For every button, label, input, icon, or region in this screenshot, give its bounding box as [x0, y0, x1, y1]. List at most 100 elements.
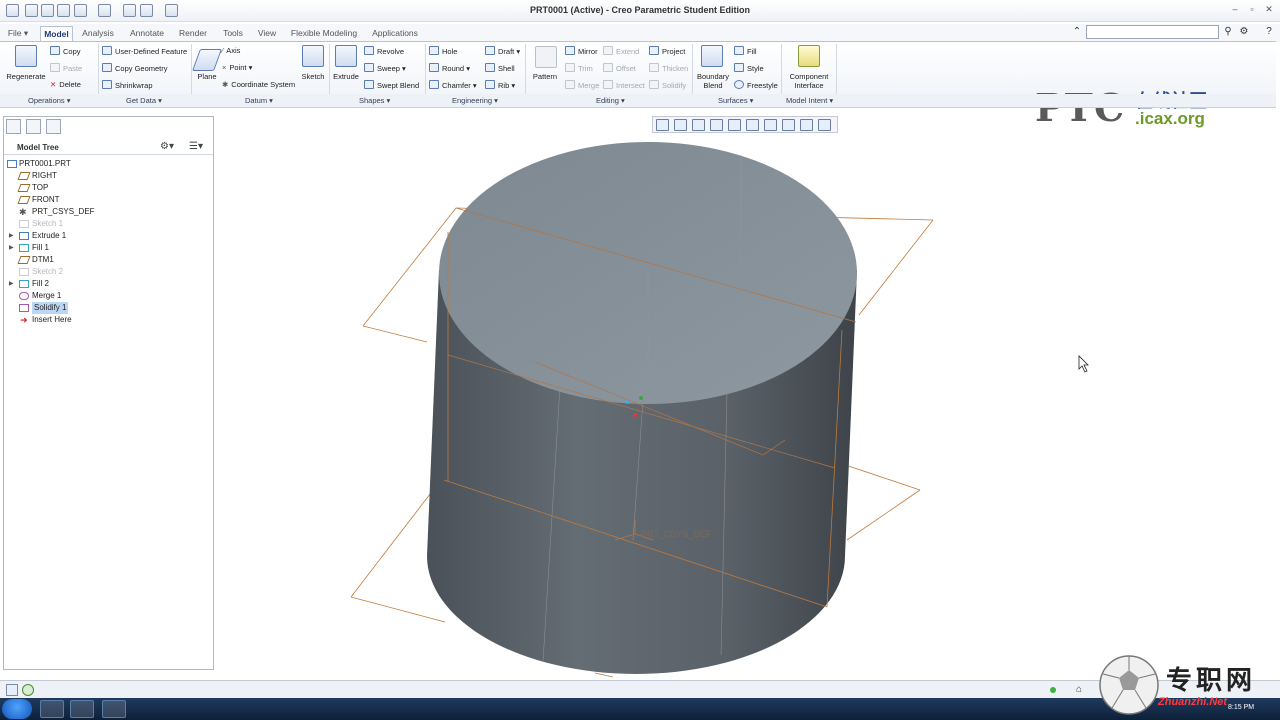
merge-button[interactable]: Merge: [565, 80, 599, 91]
group-shapes[interactable]: Shapes ▾: [359, 96, 390, 105]
repaint-icon[interactable]: [710, 119, 723, 131]
expand-icon[interactable]: ▶: [9, 242, 14, 254]
boundary-blend-button[interactable]: Boundary Blend: [694, 72, 732, 90]
settings-icon[interactable]: ⚙: [1237, 25, 1251, 39]
tree-filters-icon[interactable]: ☰▾: [189, 141, 205, 153]
zoom-out-icon[interactable]: [692, 119, 705, 131]
tab-render[interactable]: Render: [175, 26, 211, 42]
minimize-icon[interactable]: –: [1228, 3, 1242, 15]
pattern-button[interactable]: Pattern: [528, 72, 562, 81]
display-style-icon[interactable]: [728, 119, 741, 131]
tab-tools[interactable]: Tools: [218, 26, 248, 42]
refit-icon[interactable]: [656, 119, 669, 131]
tab-applications[interactable]: Applications: [367, 26, 423, 42]
revolve-button[interactable]: Revolve: [364, 46, 404, 57]
shrinkwrap-button[interactable]: Shrinkwrap: [102, 80, 153, 91]
shell-icon: [485, 63, 495, 72]
collapse-ribbon-icon[interactable]: ⌃: [1070, 25, 1084, 39]
group-engineering[interactable]: Engineering ▾: [452, 96, 498, 105]
sketch-button[interactable]: Sketch: [298, 72, 328, 81]
freestyle-button[interactable]: Freestyle: [734, 80, 778, 91]
sweep-button[interactable]: Sweep ▾: [364, 63, 406, 74]
plane-button[interactable]: Plane: [193, 72, 221, 81]
tab-annotate[interactable]: Annotate: [126, 26, 168, 42]
sketch-icon[interactable]: [302, 45, 324, 67]
draft-button[interactable]: Draft ▾: [485, 46, 520, 57]
saved-orientations-icon[interactable]: [746, 119, 759, 131]
close-icon[interactable]: ✕: [1262, 3, 1276, 15]
view-manager-icon[interactable]: [764, 119, 777, 131]
extend-button[interactable]: Extend: [603, 46, 639, 57]
boundary-blend-icon[interactable]: [701, 45, 723, 67]
search-input[interactable]: [1086, 25, 1219, 39]
component-interface-button[interactable]: Component Interface: [786, 72, 832, 90]
zoom-in-icon[interactable]: [674, 119, 687, 131]
axis-button[interactable]: ⁄ Axis: [222, 46, 240, 56]
copy-geometry-button[interactable]: Copy Geometry: [102, 63, 168, 74]
swept-blend-button[interactable]: Swept Blend: [364, 80, 419, 91]
browser-icon[interactable]: [22, 684, 34, 696]
taskbar-app-icon[interactable]: [40, 700, 64, 718]
round-button[interactable]: Round ▾: [429, 63, 470, 74]
search-icon[interactable]: ⚲: [1221, 25, 1235, 39]
sketch-tree-icon: [19, 220, 29, 228]
expand-icon[interactable]: ▶: [9, 230, 14, 242]
pattern-icon[interactable]: [535, 46, 557, 68]
extrude-button[interactable]: Extrude: [330, 72, 362, 81]
solidify-button[interactable]: Solidify: [649, 80, 686, 91]
graphics-window[interactable]: PRT_CSYS_DEF: [215, 110, 1280, 678]
mirror-button[interactable]: Mirror: [565, 46, 598, 57]
regenerate-button[interactable]: Regenerate: [6, 72, 46, 81]
show-navigator-icon[interactable]: [6, 684, 18, 696]
folder-browser-tab-icon[interactable]: [26, 119, 41, 134]
group-get-data[interactable]: Get Data ▾: [126, 96, 162, 105]
csys-label: PRT_CSYS_DEF: [641, 529, 712, 539]
paste-button[interactable]: Paste: [50, 63, 82, 74]
hole-button[interactable]: Hole: [429, 46, 457, 57]
model-tree-tab-icon[interactable]: [6, 119, 21, 134]
group-datum[interactable]: Datum ▾: [245, 96, 273, 105]
taskbar-app-icon[interactable]: [70, 700, 94, 718]
tab-flexible-modeling[interactable]: Flexible Modeling: [288, 26, 360, 42]
project-button[interactable]: Project: [649, 46, 685, 57]
help-icon[interactable]: ?: [1262, 25, 1276, 39]
watermark-url: Zhuanzhi.Net: [1158, 696, 1228, 708]
favorites-tab-icon[interactable]: [46, 119, 61, 134]
spin-center-icon[interactable]: [818, 119, 831, 131]
regenerate-icon[interactable]: [15, 45, 37, 67]
user-defined-feature-button[interactable]: User-Defined Feature: [102, 46, 187, 57]
trim-button[interactable]: Trim: [565, 63, 593, 74]
tab-model[interactable]: Model: [40, 26, 73, 42]
chamfer-button[interactable]: Chamfer ▾: [429, 80, 477, 91]
tab-view[interactable]: View: [254, 26, 280, 42]
selection-filter-icon[interactable]: ⌂: [1076, 684, 1088, 696]
thicken-button[interactable]: Thicken: [649, 63, 688, 74]
rib-button[interactable]: Rib ▾: [485, 80, 515, 91]
datum-display-icon[interactable]: [800, 119, 813, 131]
group-model-intent[interactable]: Model Intent ▾: [786, 96, 833, 105]
maximize-icon[interactable]: ▫: [1245, 3, 1259, 15]
tab-analysis[interactable]: Analysis: [78, 26, 118, 42]
group-editing[interactable]: Editing ▾: [596, 96, 625, 105]
tree-settings-icon[interactable]: ⚙▾: [160, 141, 176, 153]
group-surfaces[interactable]: Surfaces ▾: [718, 96, 753, 105]
solidify-icon: [649, 80, 659, 89]
intersect-button[interactable]: Intersect: [603, 80, 645, 91]
taskbar-folder-icon[interactable]: [102, 700, 126, 718]
delete-button[interactable]: ✕ Delete: [50, 80, 81, 90]
point-button[interactable]: × Point ▾: [222, 63, 252, 73]
start-button[interactable]: [2, 699, 32, 719]
shell-button[interactable]: Shell: [485, 63, 515, 74]
offset-button[interactable]: Offset: [603, 63, 636, 74]
group-operations[interactable]: Operations ▾: [28, 96, 71, 105]
plane-icon[interactable]: [191, 49, 223, 71]
tab-file[interactable]: File ▾: [4, 26, 32, 42]
extrude-icon[interactable]: [335, 45, 357, 67]
coordinate-system-button[interactable]: ✱ Coordinate System: [222, 80, 295, 90]
style-button[interactable]: Style: [734, 63, 764, 74]
expand-icon[interactable]: ▶: [9, 278, 14, 290]
fill-button[interactable]: Fill: [734, 46, 757, 57]
component-interface-icon[interactable]: [798, 45, 820, 67]
copy-button[interactable]: Copy: [50, 46, 81, 57]
perspective-icon[interactable]: [782, 119, 795, 131]
